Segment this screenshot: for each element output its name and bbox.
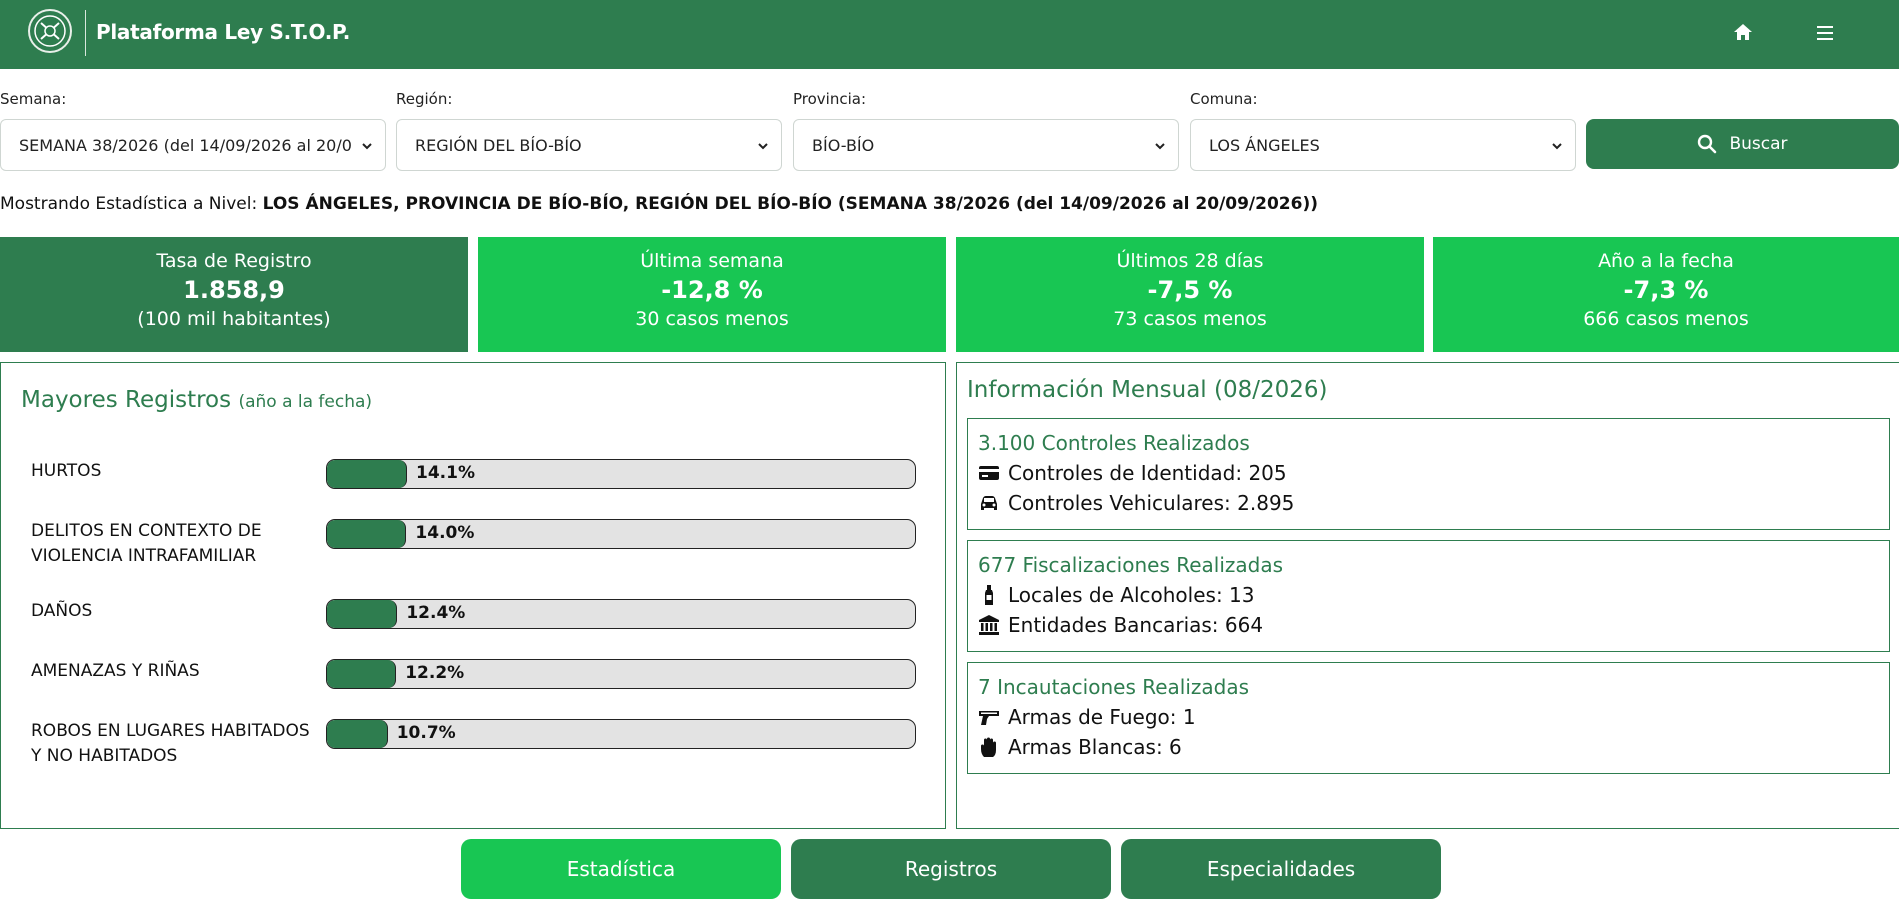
comuna-label: Comuna: xyxy=(1190,90,1258,108)
kpi-title: Tasa de Registro xyxy=(156,250,312,272)
bar-value: 14.0% xyxy=(415,523,475,543)
kpi-value: -7,3 % xyxy=(1623,276,1709,304)
entidades-bancarias-text: Entidades Bancarias: 664 xyxy=(1008,613,1264,637)
bar-value: 14.1% xyxy=(416,463,475,483)
tab-registros[interactable]: Registros xyxy=(791,839,1111,899)
kpi-card-ultima-semana: Última semana -12,8 % 30 casos menos xyxy=(478,237,946,352)
search-button[interactable]: Buscar xyxy=(1586,119,1899,169)
region-select[interactable]: REGIÓN DEL BÍO-BÍO xyxy=(396,119,782,171)
kpi-subtitle: (100 mil habitantes) xyxy=(137,308,331,330)
bar-fill xyxy=(327,460,407,488)
kpi-title: Última semana xyxy=(640,250,784,272)
gun-icon xyxy=(979,711,999,725)
mayores-subtitle: (año a la fecha) xyxy=(238,392,373,412)
bar-fill xyxy=(327,660,397,688)
region-select-value: REGIÓN DEL BÍO-BÍO xyxy=(415,135,582,155)
kpi-card-tasa-registro: Tasa de Registro 1.858,9 (100 mil habita… xyxy=(0,237,468,352)
controles-box: 3.100 Controles Realizados Controles de … xyxy=(967,418,1890,530)
bar-fill xyxy=(327,600,398,628)
bottle-icon xyxy=(985,585,993,605)
kpi-value: 1.858,9 xyxy=(183,276,285,304)
bar-fill xyxy=(327,520,407,548)
bar-label: ROBOS EN LUGARES HABITADOS Y NO HABITADO… xyxy=(31,721,310,766)
semana-select-value: SEMANA 38/2026 (del 14/09/2026 al 20/0 xyxy=(19,135,352,155)
bar-track xyxy=(326,459,916,489)
bar-label: DAÑOS xyxy=(31,601,93,621)
tab-estadistica[interactable]: Estadística xyxy=(461,839,781,899)
locales-alcoholes-text: Locales de Alcoholes: 13 xyxy=(1008,583,1255,607)
controles-vehiculares-line: Controles Vehiculares: 2.895 xyxy=(978,491,1294,515)
level-indicator: Mostrando Estadística a Nivel: LOS ÁNGEL… xyxy=(0,194,1318,214)
controles-identidad-text: Controles de Identidad: 205 xyxy=(1008,461,1287,485)
bar-value: 12.4% xyxy=(406,603,466,623)
mensual-title: Información Mensual (08/2026) xyxy=(967,377,1328,403)
kpi-subtitle: 30 casos menos xyxy=(635,308,789,330)
fiscalizaciones-title: 677 Fiscalizaciones Realizadas xyxy=(978,553,1284,577)
armas-blancas-line: Armas Blancas: 6 xyxy=(978,735,1182,759)
comuna-select[interactable]: LOS ÁNGELES xyxy=(1190,119,1576,171)
chevron-down-icon xyxy=(1552,143,1562,150)
provincia-select-value: BÍO-BÍO xyxy=(812,135,875,155)
controles-title: 3.100 Controles Realizados xyxy=(978,431,1250,455)
incautaciones-title: 7 Incautaciones Realizadas xyxy=(978,675,1250,699)
level-prefix: Mostrando Estadística a Nivel: xyxy=(0,194,263,214)
hamburger-menu-icon[interactable] xyxy=(1813,21,1837,45)
incautaciones-box: 7 Incautaciones Realizadas Armas de Fueg… xyxy=(967,662,1890,774)
id-card-icon xyxy=(979,466,999,480)
logo-divider xyxy=(85,10,86,56)
bar-label: AMENAZAS Y RIÑAS xyxy=(31,661,200,681)
armas-blancas-text: Armas Blancas: 6 xyxy=(1008,735,1182,759)
chevron-down-icon xyxy=(1155,143,1165,150)
bar-label: HURTOS xyxy=(31,461,102,481)
home-icon[interactable] xyxy=(1732,21,1754,43)
carabineros-crest-icon[interactable] xyxy=(28,9,72,53)
locales-alcoholes-line: Locales de Alcoholes: 13 xyxy=(978,583,1254,607)
bank-icon xyxy=(979,615,999,635)
bar-value: 12.2% xyxy=(405,663,465,683)
armas-fuego-line: Armas de Fuego: 1 xyxy=(978,705,1196,729)
level-value: LOS ÁNGELES, PROVINCIA DE BÍO-BÍO, REGIÓ… xyxy=(262,194,1318,214)
mayores-title: Mayores Registros xyxy=(21,387,232,413)
search-button-label: Buscar xyxy=(1729,134,1788,154)
top-navbar: Plataforma Ley S.T.O.P. xyxy=(0,0,1899,69)
semana-label: Semana: xyxy=(0,90,67,108)
mayores-registros-panel: Mayores Registros (año a la fecha) HURTO… xyxy=(0,362,946,829)
hand-icon xyxy=(981,737,996,757)
kpi-title: Año a la fecha xyxy=(1598,250,1734,272)
bar-label: DELITOS EN CONTEXTO DE VIOLENCIA INTRAFA… xyxy=(31,521,262,566)
chevron-down-icon xyxy=(362,143,372,150)
kpi-value: -7,5 % xyxy=(1147,276,1233,304)
search-icon xyxy=(1698,134,1717,154)
bar-value: 10.7% xyxy=(396,723,456,743)
bar-fill xyxy=(327,720,388,748)
kpi-card-ano-a-la-fecha: Año a la fecha -7,3 % 666 casos menos xyxy=(1433,237,1899,352)
car-icon xyxy=(981,496,997,510)
tab-especialidades[interactable]: Especialidades xyxy=(1121,839,1441,899)
comuna-select-value: LOS ÁNGELES xyxy=(1209,135,1320,155)
app-title[interactable]: Plataforma Ley S.T.O.P. xyxy=(96,20,350,44)
chevron-down-icon xyxy=(758,143,768,150)
informacion-mensual-panel: Información Mensual (08/2026) 3.100 Cont… xyxy=(956,362,1899,829)
provincia-select[interactable]: BÍO-BÍO xyxy=(793,119,1179,171)
kpi-subtitle: 666 casos menos xyxy=(1583,308,1749,330)
region-label: Región: xyxy=(396,90,453,108)
panel-title: Mayores Registros (año a la fecha) xyxy=(21,387,372,413)
provincia-label: Provincia: xyxy=(793,90,867,108)
kpi-card-ultimos-28-dias: Últimos 28 días -7,5 % 73 casos menos xyxy=(956,237,1424,352)
armas-fuego-text: Armas de Fuego: 1 xyxy=(1008,705,1196,729)
fiscalizaciones-box: 677 Fiscalizaciones Realizadas Locales d… xyxy=(967,540,1890,652)
kpi-value: -12,8 % xyxy=(661,276,763,304)
kpi-title: Últimos 28 días xyxy=(1116,250,1264,272)
semana-select[interactable]: SEMANA 38/2026 (del 14/09/2026 al 20/0 xyxy=(0,119,386,171)
controles-identidad-line: Controles de Identidad: 205 xyxy=(978,461,1287,485)
controles-vehiculares-text: Controles Vehiculares: 2.895 xyxy=(1008,491,1295,515)
entidades-bancarias-line: Entidades Bancarias: 664 xyxy=(978,613,1263,637)
kpi-subtitle: 73 casos menos xyxy=(1113,308,1267,330)
